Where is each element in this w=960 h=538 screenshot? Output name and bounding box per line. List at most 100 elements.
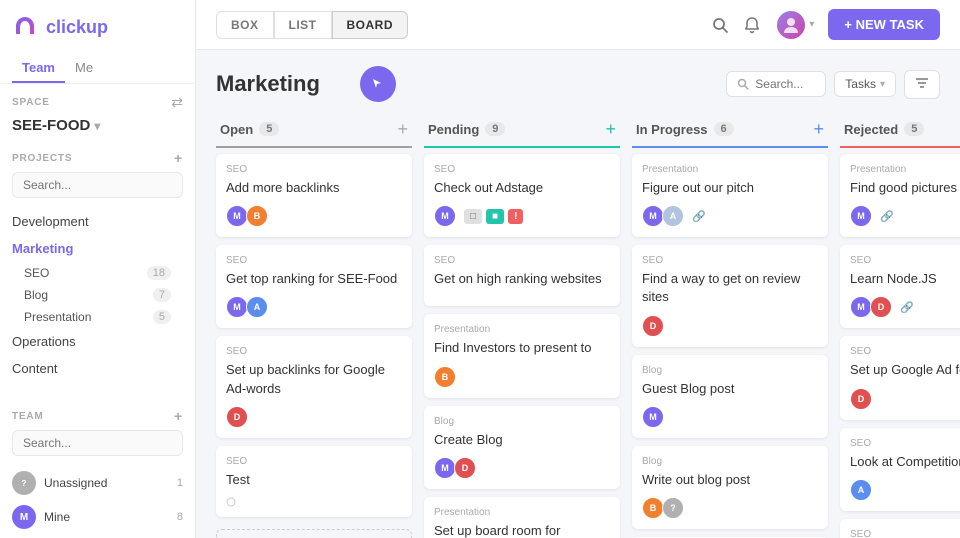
notification-icon-btn[interactable] (743, 16, 761, 34)
sidebar-sub-item-seo[interactable]: SEO 18 (0, 262, 195, 284)
link-icon: 🔗 (692, 210, 706, 223)
card-top-ranking[interactable]: SEO Get top ranking for SEE-Food M A (216, 245, 412, 328)
cursor-icon (371, 77, 385, 91)
topbar-right: ▾ + NEW TASK (711, 9, 940, 41)
team-search-input[interactable] (12, 430, 183, 456)
add-card-in-progress-icon[interactable]: + (813, 120, 824, 138)
avatar: M (434, 457, 456, 479)
card-high-ranking[interactable]: SEO Get on high ranking websites (424, 245, 620, 306)
team-section: TEAM + (0, 398, 195, 466)
avatar: D (226, 406, 248, 428)
avatar-mine: M (12, 505, 36, 529)
avatar: M (434, 205, 456, 227)
avatar: B (246, 205, 268, 227)
column-title-open: Open 5 (220, 122, 279, 137)
space-header: SPACE ⇄ (0, 84, 195, 115)
topbar: BOX LIST BOARD (196, 0, 960, 50)
bell-icon (743, 16, 761, 34)
card-figure-pitch[interactable]: Presentation Figure out our pitch M A 🔗 (632, 154, 828, 237)
sidebar-sub-item-presentation[interactable]: Presentation 5 (0, 306, 195, 328)
view-btn-board[interactable]: BOARD (332, 11, 409, 39)
board-columns: Open 5 + SEO Add more backlinks M B SEO … (196, 112, 960, 538)
avatar: D (850, 388, 872, 410)
projects-section: PROJECTS + (0, 140, 195, 208)
sidebar-tab-me[interactable]: Me (65, 54, 103, 83)
new-task-button[interactable]: + NEW TASK (828, 9, 940, 40)
select-list-open[interactable]: Select List... (216, 529, 412, 538)
project-search-input[interactable] (12, 172, 183, 198)
card-check-adstage[interactable]: SEO Check out Adstage M □ ■ ! (424, 154, 620, 237)
card-food-pictures[interactable]: Presentation Find good pictures of food … (840, 154, 960, 237)
board-title-area: Marketing (216, 66, 396, 102)
card-find-investors[interactable]: Presentation Find Investors to present t… (424, 314, 620, 397)
user-avatar (775, 9, 807, 41)
board-search-box[interactable] (726, 71, 826, 97)
space-settings-icon[interactable]: ⇄ (171, 94, 183, 111)
avatar: A (850, 479, 872, 501)
card-test[interactable]: SEO Test (216, 446, 412, 517)
add-team-icon[interactable]: + (174, 408, 183, 424)
view-btn-list[interactable]: LIST (274, 11, 332, 39)
column-header-open: Open 5 + (216, 112, 412, 148)
column-header-in-progress: In Progress 6 + (632, 112, 828, 148)
sidebar-item-marketing[interactable]: Marketing (0, 235, 195, 262)
avatar: ? (662, 497, 684, 519)
sidebar-item-operations[interactable]: Operations (0, 328, 195, 355)
add-card-open-icon[interactable]: + (397, 120, 408, 138)
space-name[interactable]: SEE-FOOD ▾ (0, 115, 195, 140)
add-project-icon[interactable]: + (174, 150, 183, 166)
avatar: D (870, 296, 892, 318)
avatar: D (642, 315, 664, 337)
card-review-sites[interactable]: SEO Find a way to get on review sites D (632, 245, 828, 346)
board-toolbar: Tasks ▾ (726, 70, 940, 99)
sidebar: clickup Team Me SPACE ⇄ SEE-FOOD ▾ PROJE… (0, 0, 196, 538)
column-rejected: Rejected 5 + Presentation Find good pict… (840, 112, 960, 538)
sidebar-item-content[interactable]: Content (0, 355, 195, 382)
card-google-ad-aviato[interactable]: SEO Set up Google Ad for Aviato D (840, 336, 960, 419)
sidebar-item-development[interactable]: Development (0, 208, 195, 235)
board-search-input[interactable] (755, 77, 815, 91)
avatar: D (454, 457, 476, 479)
avatar: M (850, 296, 872, 318)
main-area: BOX LIST BOARD (196, 0, 960, 538)
card-create-blog[interactable]: Blog Create Blog M D (424, 406, 620, 489)
clickup-logo-icon (12, 14, 38, 40)
card-board-room[interactable]: Presentation Set up board room for prese… (424, 497, 620, 538)
team-member-mine[interactable]: M Mine 8 (0, 500, 195, 534)
column-pending: Pending 9 + SEO Check out Adstage M □ ■ … (424, 112, 620, 538)
card-navigation-ux[interactable]: SEO Check navigation and UX factors M D … (840, 519, 960, 538)
column-in-progress: In Progress 6 + Presentation Figure out … (632, 112, 828, 538)
filter-button[interactable] (904, 70, 940, 99)
card-add-backlinks[interactable]: SEO Add more backlinks M B (216, 154, 412, 237)
card-write-blog[interactable]: Blog Write out blog post B ? (632, 446, 828, 529)
sidebar-sub-item-blog[interactable]: Blog 7 (0, 284, 195, 306)
cursor-circle (360, 66, 396, 102)
board-title: Marketing (216, 71, 320, 97)
user-dropdown-icon[interactable]: ▾ (809, 19, 814, 30)
tasks-dropdown[interactable]: Tasks ▾ (834, 71, 896, 97)
search-icon-btn[interactable] (711, 16, 729, 34)
team-member-bighead[interactable]: B Big Head 7 (0, 534, 195, 538)
add-card-pending-icon[interactable]: + (605, 120, 616, 138)
avatar: B (434, 366, 456, 388)
link-icon: 🔗 (900, 301, 914, 314)
user-avatar-group[interactable]: ▾ (775, 9, 814, 41)
avatar: M (642, 406, 664, 428)
column-open: Open 5 + SEO Add more backlinks M B SEO … (216, 112, 412, 538)
column-header-rejected: Rejected 5 + (840, 112, 960, 148)
card-guest-blog[interactable]: Blog Guest Blog post M (632, 355, 828, 438)
search-small-icon (737, 78, 749, 90)
card-competition-websites[interactable]: SEO Look at Competition Websites A (840, 428, 960, 511)
avatar: M (226, 296, 248, 318)
link-icon: 🔗 (880, 210, 894, 223)
dropdown-chevron-icon: ▾ (880, 79, 885, 90)
sidebar-tab-team[interactable]: Team (12, 54, 65, 83)
view-btn-box[interactable]: BOX (216, 11, 274, 39)
space-dropdown-icon[interactable]: ▾ (94, 119, 100, 133)
logo-area: clickup (0, 0, 195, 54)
column-title-rejected: Rejected 5 (844, 122, 924, 137)
column-title-in-progress: In Progress 6 (636, 122, 734, 137)
team-member-unassigned[interactable]: ? Unassigned 1 (0, 466, 195, 500)
card-backlinks-adwords[interactable]: SEO Set up backlinks for Google Ad-words… (216, 336, 412, 437)
card-learn-nodejs[interactable]: SEO Learn Node.JS M D 🔗 (840, 245, 960, 328)
